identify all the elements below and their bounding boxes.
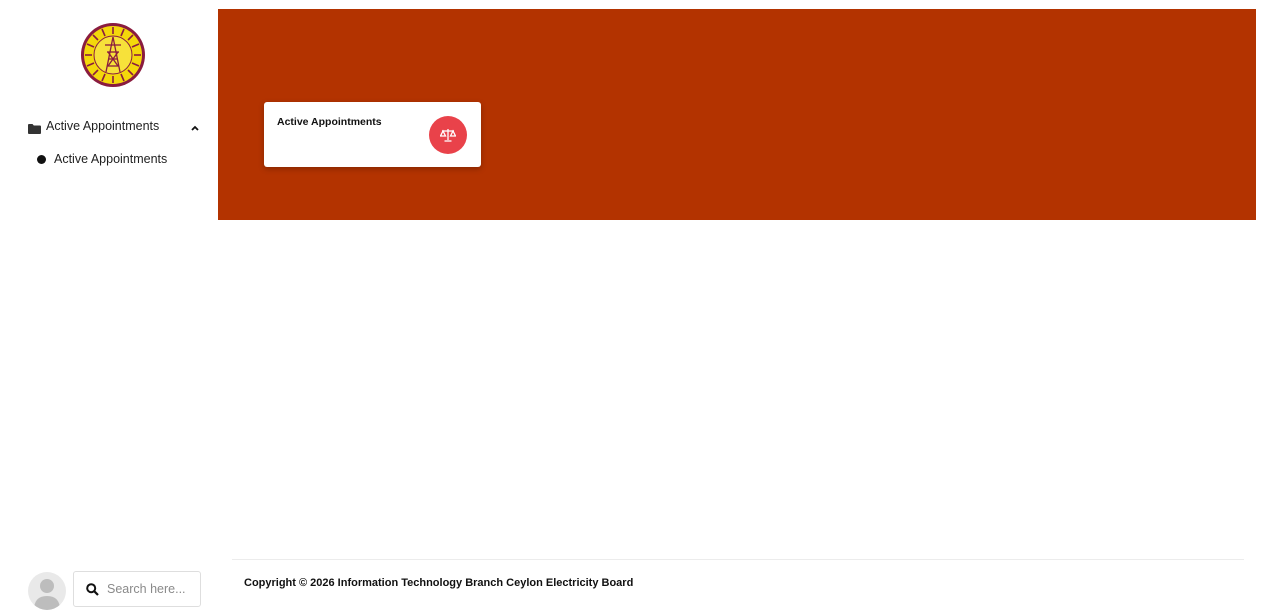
- folder-icon: [28, 121, 41, 134]
- user-avatar-icon[interactable]: [28, 572, 66, 610]
- search-input[interactable]: [107, 582, 192, 596]
- chevron-up-icon[interactable]: [190, 120, 200, 131]
- nav-item-active-appointments[interactable]: Active Appointments: [37, 151, 187, 167]
- search-icon[interactable]: [86, 582, 99, 596]
- balance-scale-icon: [429, 116, 467, 154]
- nav-group-active-appointments[interactable]: Active Appointments: [28, 117, 200, 135]
- ceylon-electricity-board-logo[interactable]: [80, 22, 146, 88]
- search-box[interactable]: [73, 571, 201, 607]
- nav-item-label: Active Appointments: [54, 152, 168, 166]
- sidebar-footer: [0, 566, 218, 610]
- footer-divider: [232, 559, 1244, 560]
- nav-group-label: Active Appointments: [46, 119, 160, 133]
- dot-icon: [37, 154, 46, 164]
- active-appointments-card[interactable]: Active Appointments: [264, 102, 481, 167]
- card-title: Active Appointments: [277, 116, 382, 128]
- sidebar: Active Appointments Active Appointments: [0, 0, 218, 610]
- copyright-text: Copyright © 2026 Information Technology …: [244, 577, 634, 589]
